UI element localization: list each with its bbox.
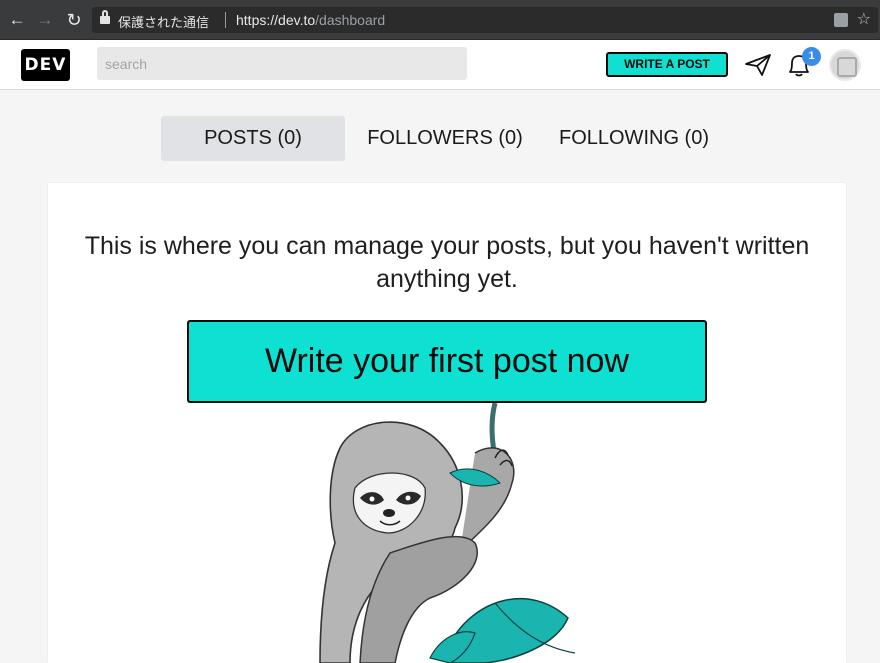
address-bar[interactable]: 保護された通信 https://dev.to/dashboard ☆ — [92, 7, 878, 33]
site-header: DEV WRITE A POST 1 — [0, 40, 880, 90]
send-icon[interactable] — [744, 53, 772, 77]
avatar[interactable] — [829, 49, 861, 81]
tab-followers[interactable]: FOLLOWERS (0) — [360, 116, 530, 161]
posts-card: This is where you can manage your posts,… — [48, 183, 846, 663]
write-first-post-button[interactable]: Write your first post now — [187, 320, 707, 403]
notification-badge: 1 — [802, 47, 821, 66]
back-icon[interactable]: ← — [7, 10, 27, 30]
forward-icon[interactable]: → — [35, 10, 55, 30]
search-input[interactable] — [97, 47, 467, 80]
tab-posts[interactable]: POSTS (0) — [161, 116, 345, 161]
lock-icon — [100, 10, 110, 24]
address-separator — [225, 12, 226, 28]
translate-icon[interactable] — [834, 13, 848, 27]
bookmark-star-icon[interactable]: ☆ — [857, 9, 871, 29]
browser-toolbar: ← → ↻ 保護された通信 https://dev.to/dashboard ☆ — [0, 0, 880, 40]
sloth-illustration — [319, 403, 576, 663]
reload-icon[interactable]: ↻ — [64, 10, 84, 30]
empty-state-message: This is where you can manage your posts,… — [84, 232, 810, 293]
security-label: 保護された通信 — [118, 15, 210, 30]
write-a-post-button[interactable]: WRITE A POST — [606, 52, 728, 77]
dev-logo[interactable]: DEV — [21, 49, 70, 81]
tab-following[interactable]: FOLLOWING (0) — [554, 116, 714, 161]
url-text[interactable]: https://dev.to/dashboard — [236, 12, 385, 28]
